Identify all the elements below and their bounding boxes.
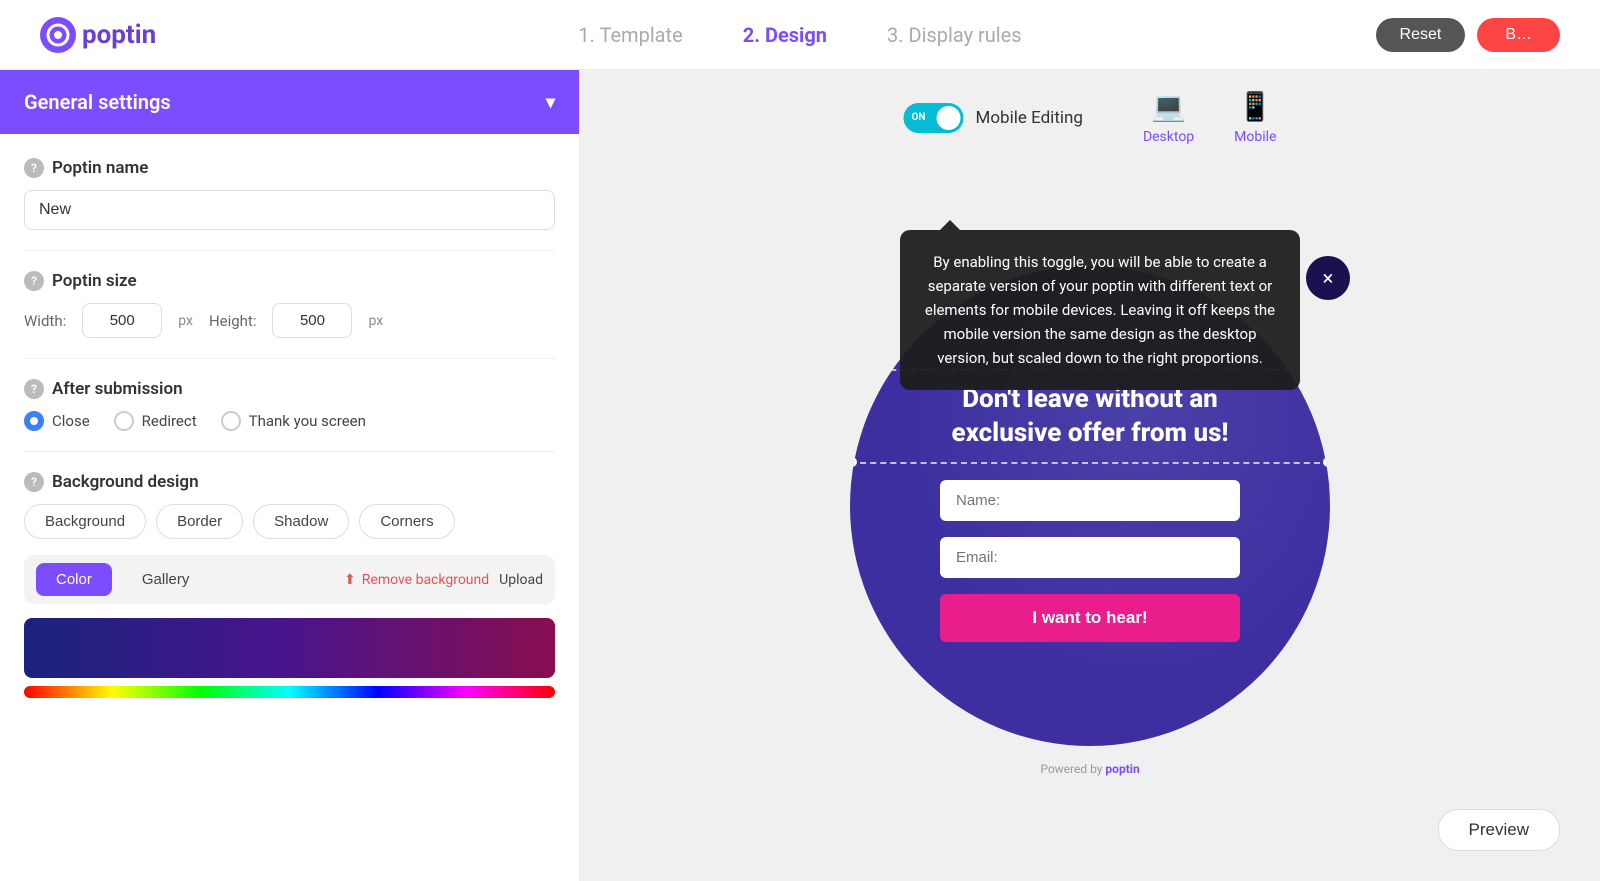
sidebar: General settings ▾ ? Poptin name ? Popti… (0, 70, 580, 881)
width-px: px (178, 313, 193, 329)
height-input[interactable] (272, 303, 352, 338)
save-button[interactable]: B… (1477, 18, 1560, 52)
size-row: Width: px Height: px (24, 303, 555, 338)
background-tabs: Background Border Shadow Corners (24, 504, 555, 539)
email-input[interactable] (940, 537, 1240, 578)
handle-br (1323, 457, 1330, 467)
option-redirect[interactable]: Redirect (114, 411, 197, 431)
upload-icon: ⬆ (344, 572, 356, 588)
gallery-button[interactable]: Gallery (122, 563, 210, 596)
popup-headline-wrapper: Don't leave without an exclusive offer f… (850, 369, 1330, 465)
mobile-editing-switch[interactable]: ON (904, 103, 964, 133)
height-label: Height: (209, 312, 257, 330)
mobile-tab[interactable]: 📱 Mobile (1234, 90, 1276, 145)
submission-options: Close Redirect Thank you screen (24, 411, 555, 431)
help-icon-size[interactable]: ? (24, 271, 44, 291)
desktop-tab[interactable]: 💻 Desktop (1143, 90, 1194, 145)
tab-background[interactable]: Background (24, 504, 146, 539)
after-submission-field: ? After submission Close Redirect Thank … (24, 379, 555, 431)
color-gallery-panel: Color Gallery ⬆ Remove background Upload (24, 555, 555, 604)
logo-text: poptin (82, 20, 156, 50)
color-button[interactable]: Color (36, 563, 112, 596)
option-close[interactable]: Close (24, 411, 90, 431)
poptin-name-field: ? Poptin name (24, 158, 555, 230)
poptin-size-field: ? Poptin size Width: px Height: px (24, 271, 555, 338)
handle-tl (850, 366, 857, 376)
tab-corners[interactable]: Corners (359, 504, 454, 539)
popup-headline[interactable]: Don't leave without an exclusive offer f… (872, 383, 1308, 451)
powered-by: Powered by poptin (1040, 762, 1139, 776)
preview-toolbar: ON Mobile Editing 💻 Desktop 📱 Mobile (904, 90, 1277, 145)
popup-container: × Don't leave without an exclusive offer… (850, 266, 1330, 746)
header-actions: Reset B… (1376, 18, 1560, 52)
mobile-editing-toggle: ON Mobile Editing (904, 103, 1083, 133)
radio-redirect[interactable] (114, 411, 134, 431)
background-design-label: ? Background design (24, 472, 555, 492)
step-design[interactable]: 2. Design (743, 23, 827, 47)
app-header: poptin 1. Template 2. Design 3. Display … (0, 0, 1600, 70)
popup-circle: Don't leave without an exclusive offer f… (850, 266, 1330, 746)
divider-2 (24, 358, 555, 359)
poptin-size-label: ? Poptin size (24, 271, 555, 291)
help-icon-submission[interactable]: ? (24, 379, 44, 399)
width-label: Width: (24, 312, 66, 330)
chevron-down-icon: ▾ (546, 92, 555, 113)
tab-border[interactable]: Border (156, 504, 243, 539)
height-px: px (368, 313, 383, 329)
color-preview[interactable] (24, 618, 555, 678)
poptin-brand: poptin (1105, 762, 1139, 776)
radio-thank-you[interactable] (221, 411, 241, 431)
divider-3 (24, 451, 555, 452)
rainbow-bar[interactable] (24, 686, 555, 698)
device-tabs: 💻 Desktop 📱 Mobile (1143, 90, 1277, 145)
color-picker (24, 618, 555, 698)
upload-button[interactable]: Upload (499, 572, 543, 588)
general-settings-header[interactable]: General settings ▾ (0, 70, 579, 134)
option-thank-you[interactable]: Thank you screen (221, 411, 366, 431)
step-display-rules[interactable]: 3. Display rules (887, 23, 1022, 47)
color-gallery-row: Color Gallery ⬆ Remove background Upload (36, 563, 543, 596)
desktop-icon: 💻 (1151, 90, 1186, 123)
handle-tr (1323, 366, 1330, 376)
popup-close-button[interactable]: × (1306, 256, 1350, 300)
poptin-name-label: ? Poptin name (24, 158, 555, 178)
logo-icon (40, 17, 76, 53)
mobile-icon: 📱 (1238, 90, 1273, 123)
help-icon-bg[interactable]: ? (24, 472, 44, 492)
tab-shadow[interactable]: Shadow (253, 504, 349, 539)
toggle-knob (937, 106, 961, 130)
reset-button[interactable]: Reset (1376, 18, 1466, 52)
after-submission-label: ? After submission (24, 379, 555, 399)
handle-bl (850, 457, 857, 467)
section-title: General settings (24, 90, 171, 114)
mobile-editing-label: Mobile Editing (976, 108, 1083, 128)
radio-close[interactable] (24, 411, 44, 431)
poptin-name-input[interactable] (24, 190, 555, 230)
main-content: General settings ▾ ? Poptin name ? Popti… (0, 70, 1600, 881)
remove-background-button[interactable]: ⬆ Remove background (344, 572, 489, 588)
step-template[interactable]: 1. Template (578, 23, 682, 47)
section-body: ? Poptin name ? Poptin size Width: px He… (0, 134, 579, 722)
submit-button[interactable]: I want to hear! (940, 594, 1240, 642)
logo: poptin (40, 17, 156, 53)
name-input[interactable] (940, 480, 1240, 521)
background-design-field: ? Background design Background Border Sh… (24, 472, 555, 539)
toggle-on-label: ON (912, 112, 926, 123)
preview-button[interactable]: Preview (1438, 809, 1560, 851)
preview-area: ON Mobile Editing 💻 Desktop 📱 Mobile By … (580, 70, 1600, 881)
tooltip-arrow (940, 220, 960, 230)
help-icon-name[interactable]: ? (24, 158, 44, 178)
divider-1 (24, 250, 555, 251)
width-input[interactable] (82, 303, 162, 338)
step-navigation: 1. Template 2. Design 3. Display rules (578, 23, 1021, 47)
